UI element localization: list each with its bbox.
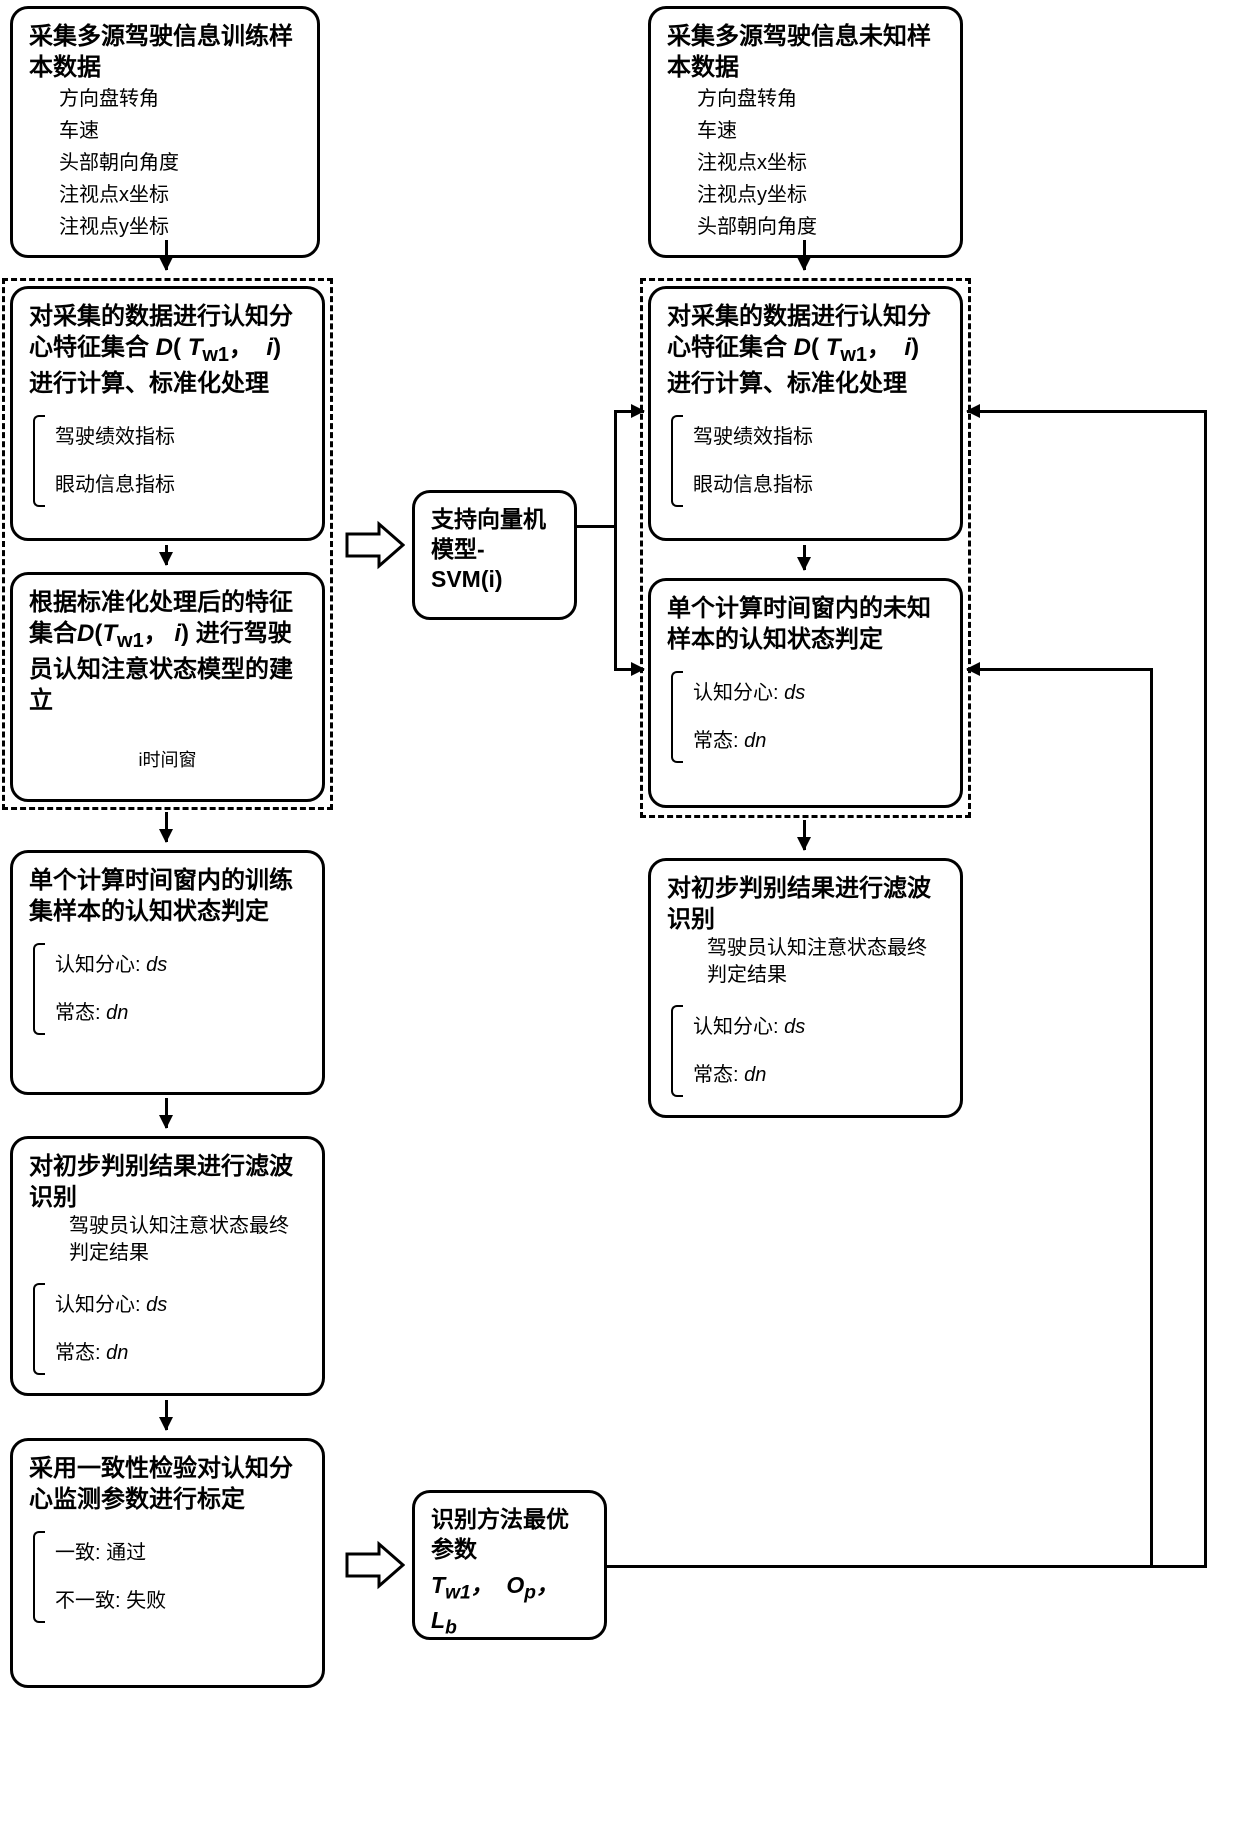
- r4-bracket: 认知分心: ds 常态: dn: [673, 997, 944, 1105]
- r1-title: 采集多源驾驶信息未知样本数据: [667, 21, 944, 83]
- b4-item-0: 认知分心: ds: [43, 941, 306, 989]
- arrow-feedback-r3: [967, 668, 1150, 671]
- arrow-l3-l4: [165, 812, 168, 842]
- box-right-3: 单个计算时间窗内的未知样本的认知状态判定 认知分心: ds 常态: dn: [648, 578, 963, 808]
- arrow-r1-r2: [803, 240, 806, 270]
- b5-title: 对初步判别结果进行滤波识别: [29, 1151, 306, 1213]
- l-feedback-v-inner: [1150, 668, 1153, 1568]
- b6-bracket: 一致: 通过 不一致: 失败: [35, 1523, 306, 1631]
- arrow-l1-l2: [165, 240, 168, 270]
- l-feedback-v-outer: [1204, 410, 1207, 1568]
- box-left-4: 单个计算时间窗内的训练集样本的认知状态判定 认知分心: ds 常态: dn: [10, 850, 325, 1095]
- b1-item-2: 头部朝向角度: [29, 147, 301, 179]
- b1-item-0: 方向盘转角: [29, 83, 301, 115]
- r1-item-3: 注视点y坐标: [667, 179, 944, 211]
- svm-title: 支持向量机模型- SVM(i): [431, 505, 558, 595]
- b1-item-3: 注视点x坐标: [29, 179, 301, 211]
- r2-bracket: 驾驶绩效指标 眼动信息指标: [673, 407, 944, 515]
- b1-item-4: 注视点y坐标: [29, 211, 301, 243]
- opt-title: 识别方法最优参数: [431, 1505, 588, 1565]
- l-svm-v: [614, 410, 617, 670]
- b2-item-1: 眼动信息指标: [43, 461, 306, 509]
- b1-item-1: 车速: [29, 115, 301, 147]
- l-svm-split: [577, 525, 617, 528]
- b4-item-1: 常态: dn: [43, 989, 306, 1037]
- box-opt-params: 识别方法最优参数 Tw1， Op， Lb: [412, 1490, 607, 1640]
- r2-item-1: 眼动信息指标: [681, 461, 944, 509]
- arrow-feedback-r2: [967, 410, 1204, 413]
- box-left-5: 对初步判别结果进行滤波识别 驾驶员认知注意状态最终判定结果 认知分心: ds 常…: [10, 1136, 325, 1396]
- r2-title: 对采集的数据进行认知分心特征集合 D( Tw1， i) 进行计算、标准化处理: [667, 301, 944, 399]
- arrow-r2-r3: [803, 545, 806, 570]
- b4-title: 单个计算时间窗内的训练集样本的认知状态判定: [29, 865, 306, 927]
- b5-item-0: 认知分心: ds: [43, 1281, 306, 1329]
- r4-sub: 驾驶员认知注意状态最终判定结果: [667, 935, 944, 989]
- r2-item-0: 驾驶绩效指标: [681, 413, 944, 461]
- r3-bracket: 认知分心: ds 常态: dn: [673, 663, 944, 771]
- b5-bracket: 认知分心: ds 常态: dn: [35, 1275, 306, 1383]
- b3-title: 根据标准化处理后的特征集合D(Tw1， i) 进行驾驶员认知注意状态模型的建立: [29, 587, 306, 716]
- box-left-6: 采用一致性检验对认知分心监测参数进行标定 一致: 通过 不一致: 失败: [10, 1438, 325, 1688]
- b4-bracket: 认知分心: ds 常态: dn: [35, 935, 306, 1043]
- r4-item-1: 常态: dn: [681, 1051, 944, 1099]
- r1-item-2: 注视点x坐标: [667, 147, 944, 179]
- b6-title: 采用一致性检验对认知分心监测参数进行标定: [29, 1453, 306, 1515]
- b5-item-1: 常态: dn: [43, 1329, 306, 1377]
- arrow-r3-r4: [803, 820, 806, 850]
- r4-title: 对初步判别结果进行滤波识别: [667, 873, 944, 935]
- r4-item-0: 认知分心: ds: [681, 1003, 944, 1051]
- b2-item-0: 驾驶绩效指标: [43, 413, 306, 461]
- r3-title: 单个计算时间窗内的未知样本的认知状态判定: [667, 593, 944, 655]
- box-svm: 支持向量机模型- SVM(i): [412, 490, 577, 620]
- b6-item-1: 不一致: 失败: [43, 1577, 306, 1625]
- b2-title: 对采集的数据进行认知分心特征集合 D( Tw1， i) 进行计算、标准化处理: [29, 301, 306, 399]
- r1-item-1: 车速: [667, 115, 944, 147]
- box-right-1: 采集多源驾驶信息未知样本数据 方向盘转角 车速 注视点x坐标 注视点y坐标 头部…: [648, 6, 963, 258]
- block-arrow-to-svm: [345, 520, 405, 570]
- r1-item-4: 头部朝向角度: [667, 211, 944, 243]
- b5-sub: 驾驶员认知注意状态最终判定结果: [29, 1213, 306, 1267]
- r1-item-0: 方向盘转角: [667, 83, 944, 115]
- b2-bracket: 驾驶绩效指标 眼动信息指标: [35, 407, 306, 515]
- box-right-2: 对采集的数据进行认知分心特征集合 D( Tw1， i) 进行计算、标准化处理 驾…: [648, 286, 963, 541]
- r3-item-0: 认知分心: ds: [681, 669, 944, 717]
- arrow-l2-l3: [165, 545, 168, 565]
- b1-title: 采集多源驾驶信息训练样本数据: [29, 21, 301, 83]
- b6-item-0: 一致: 通过: [43, 1529, 306, 1577]
- arrow-l5-l6: [165, 1400, 168, 1430]
- block-arrow-to-opt: [345, 1540, 405, 1590]
- box-left-2: 对采集的数据进行认知分心特征集合 D( Tw1， i) 进行计算、标准化处理 驾…: [10, 286, 325, 541]
- r3-item-1: 常态: dn: [681, 717, 944, 765]
- opt-params: Tw1， Op， Lb: [431, 1571, 588, 1642]
- b3-note: i时间窗: [29, 746, 306, 772]
- l-opt-h2: [607, 1565, 1153, 1568]
- box-left-1: 采集多源驾驶信息训练样本数据 方向盘转角 车速 头部朝向角度 注视点x坐标 注视…: [10, 6, 320, 258]
- arrow-l4-l5: [165, 1098, 168, 1128]
- box-right-4: 对初步判别结果进行滤波识别 驾驶员认知注意状态最终判定结果 认知分心: ds 常…: [648, 858, 963, 1118]
- box-left-3: 根据标准化处理后的特征集合D(Tw1， i) 进行驾驶员认知注意状态模型的建立 …: [10, 572, 325, 802]
